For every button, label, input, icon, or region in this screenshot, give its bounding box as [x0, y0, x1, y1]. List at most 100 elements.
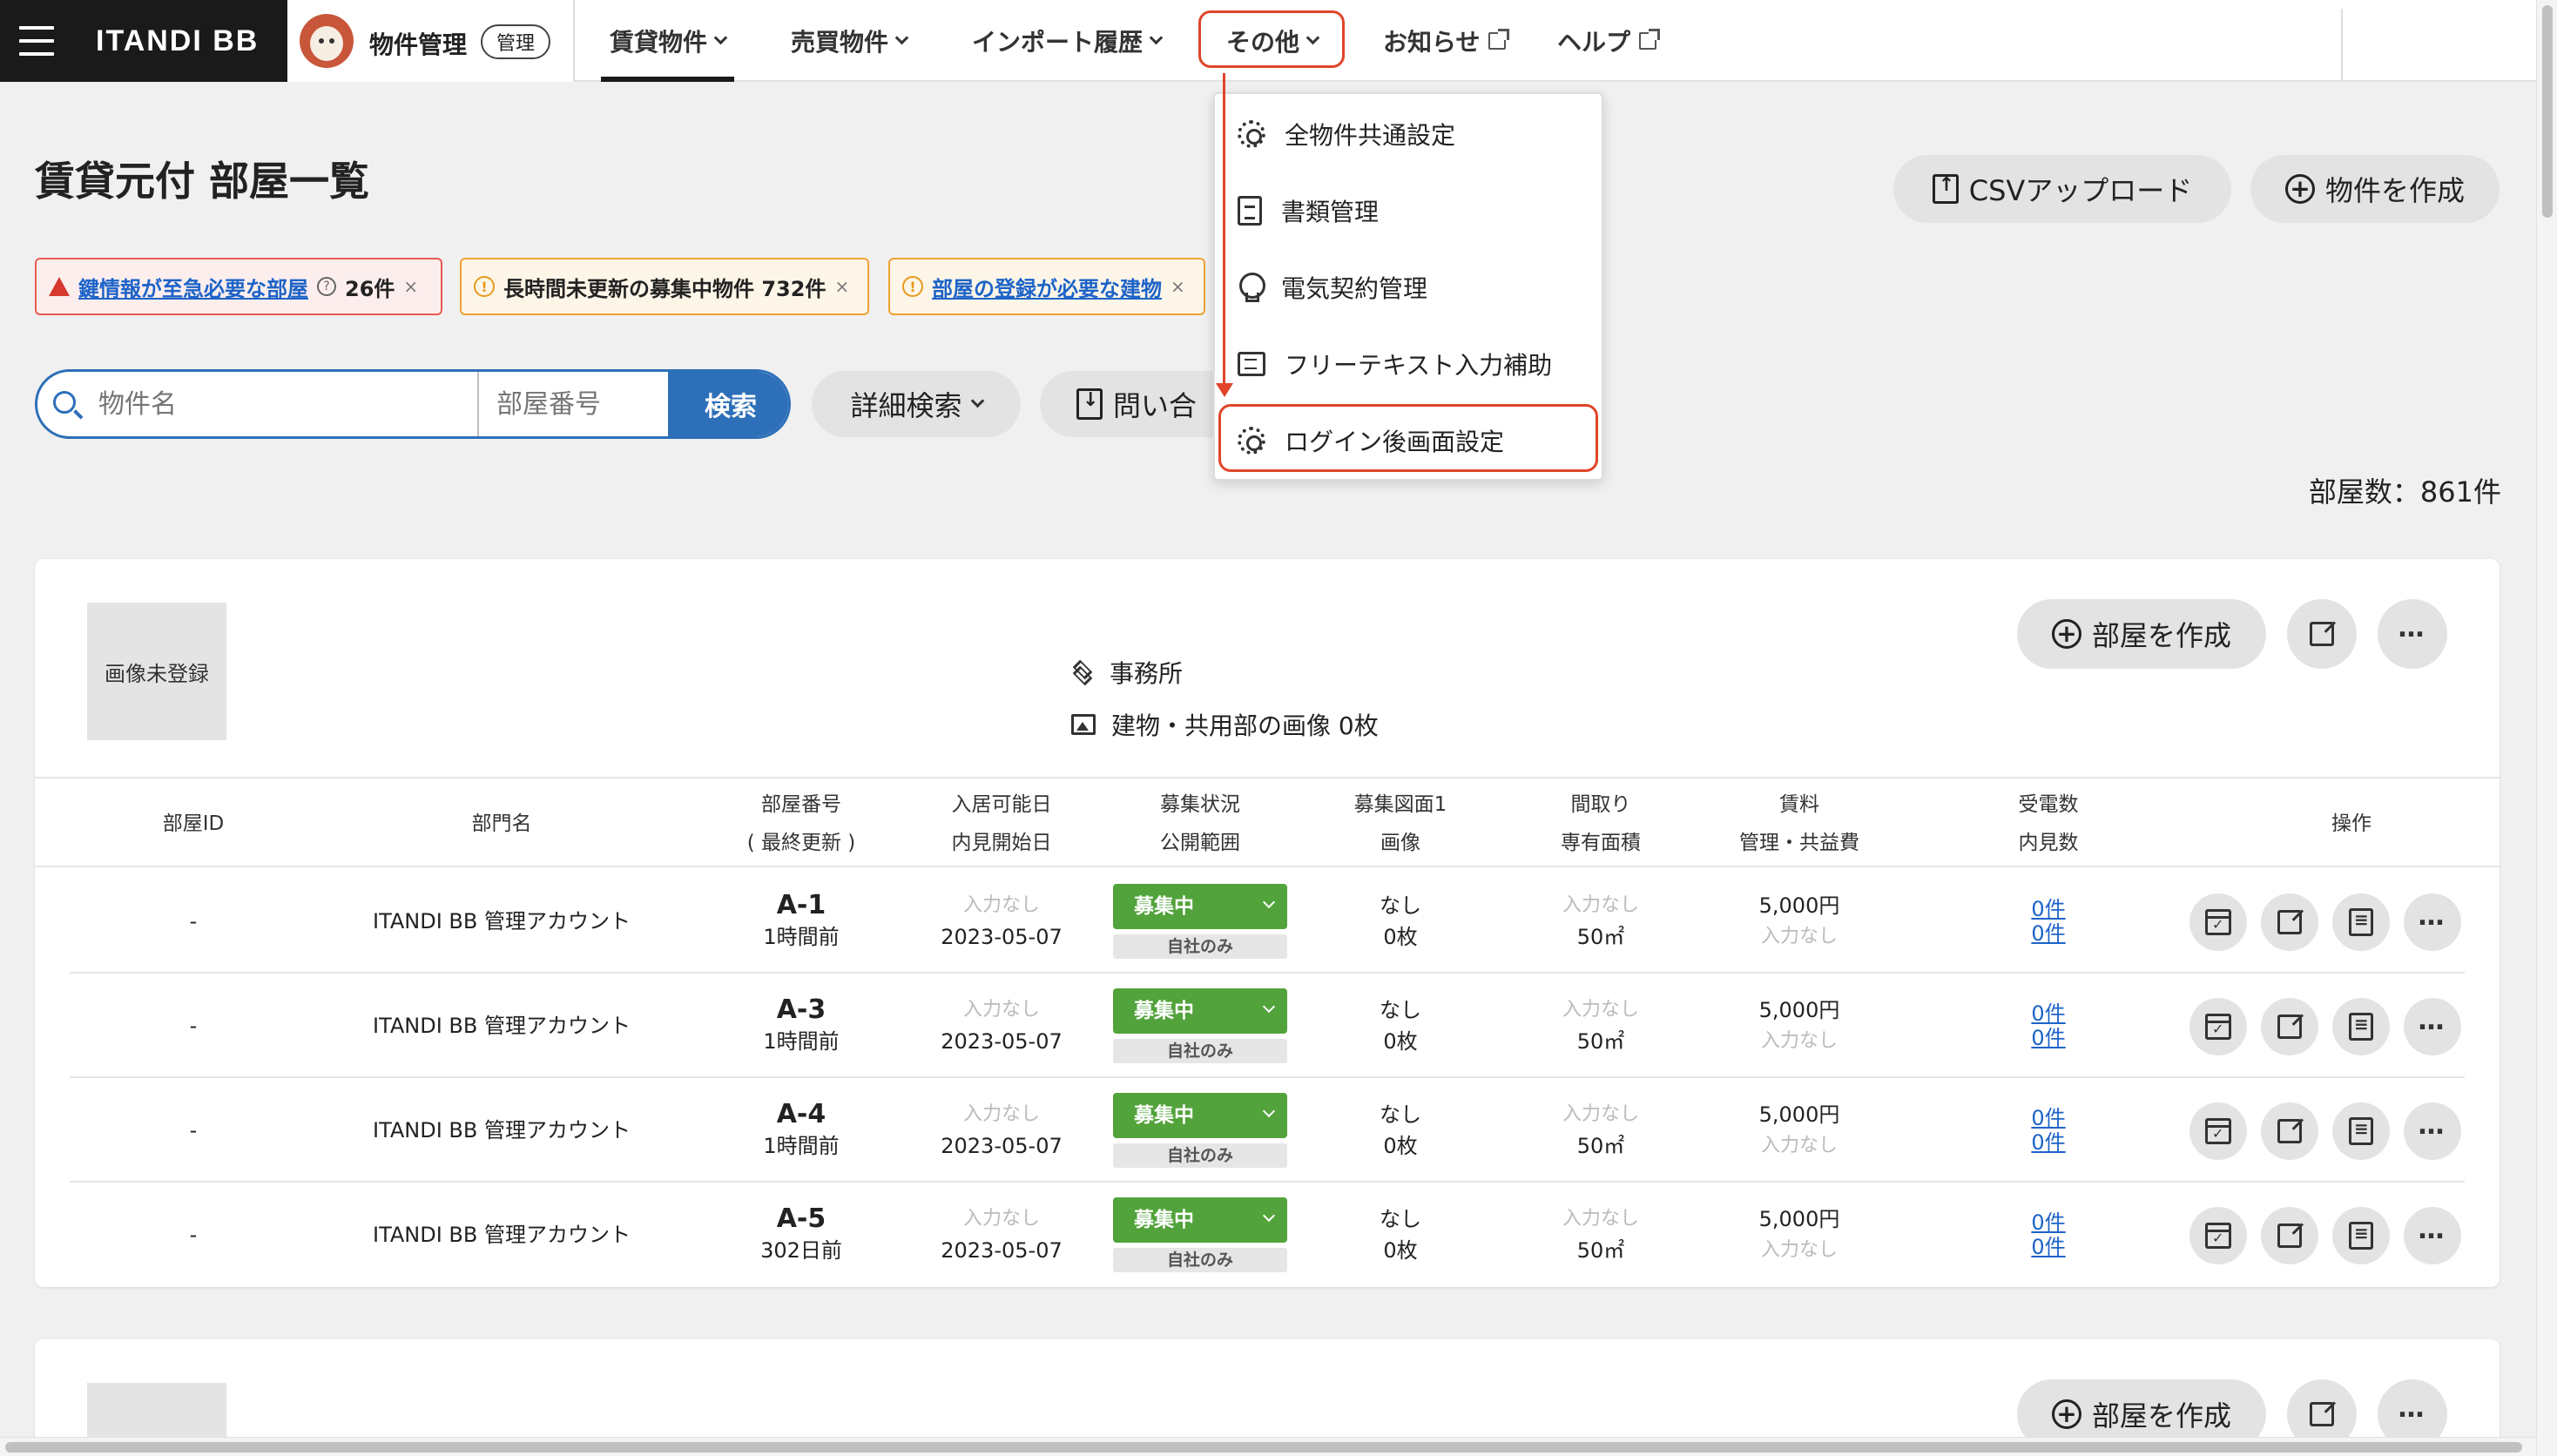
hamburger-menu-icon[interactable] [19, 26, 54, 56]
csv-upload-button[interactable]: CSVアップロード [1893, 155, 2231, 223]
viewing-date: 2023-05-07 [941, 925, 1063, 949]
calls-link[interactable]: 0件 [2031, 897, 2065, 921]
nav-import-history[interactable]: インポート履歴 [972, 0, 1164, 82]
page-title: 賃貸元付 部屋一覧 [35, 158, 370, 205]
scrollbar-thumb[interactable] [5, 1442, 2522, 1453]
app-name: 物件管理 [369, 30, 468, 59]
th-room-number: 部屋番号( 最終更新 ) [746, 793, 856, 854]
table-row: - ITANDI BB 管理アカウント A-3 1時間前 入力なし 2023-05-… [70, 974, 2465, 1078]
cell-calls: 0件 0件 [1944, 974, 2153, 1078]
cell-room-number: A-4 1時間前 [697, 1078, 906, 1183]
status-select[interactable]: 募集中 [1113, 884, 1287, 929]
cell-layout: 入力なし 50㎡ [1562, 1103, 1639, 1158]
detail-search-button[interactable]: 詳細検索 [812, 371, 1021, 437]
menu-item-electricity-contract[interactable]: 電気契約管理 [1238, 261, 1427, 313]
cell-rent: 5,000円 入力なし [1758, 1207, 1840, 1261]
cell-rent: 5,000円 入力なし [1758, 893, 1840, 947]
scrollbar-thumb[interactable] [2542, 5, 2553, 218]
more-options-button[interactable]: … [2378, 599, 2447, 669]
cell-status: 募集中 自社のみ [1096, 1078, 1305, 1183]
menu-item-common-settings[interactable]: 全物件共通設定 [1238, 108, 1455, 160]
vertical-scrollbar[interactable] [2536, 0, 2557, 1456]
create-room-button[interactable]: + 部屋を作成 [2017, 599, 2266, 669]
document-edit-button[interactable] [2332, 893, 2390, 951]
cell-room-id: - [189, 909, 198, 934]
room-number[interactable]: A-3 [777, 994, 826, 1026]
close-icon[interactable]: × [403, 276, 418, 297]
row-more-button[interactable]: … [2404, 1207, 2461, 1264]
search-button[interactable]: 検索 [668, 372, 788, 436]
property-image-placeholder[interactable]: 画像未登録 [87, 603, 226, 740]
viewing-date: 2023-05-07 [941, 1134, 1063, 1158]
menu-item-free-text-assist[interactable]: フリーテキスト入力補助 [1238, 338, 1552, 390]
cell-rent: 5,000円 入力なし [1758, 998, 1840, 1052]
alert-stale-listings: ! 長時間未更新の募集中物件 732件 × [460, 258, 869, 315]
edit-property-button[interactable] [2287, 599, 2357, 669]
calls-link[interactable]: 0件 [2031, 1210, 2065, 1235]
room-number[interactable]: A-5 [777, 1203, 826, 1235]
close-icon[interactable]: × [1171, 276, 1185, 297]
calls-link[interactable]: 0件 [2031, 1106, 2065, 1130]
row-more-button[interactable]: … [2404, 998, 2461, 1055]
schedule-button[interactable] [2189, 1207, 2247, 1264]
edit-room-button[interactable] [2261, 1207, 2318, 1264]
info-icon: ! [474, 276, 495, 297]
document-edit-button[interactable] [2332, 1207, 2390, 1264]
horizontal-scrollbar[interactable] [0, 1437, 2536, 1456]
views-link[interactable]: 0件 [2031, 921, 2065, 946]
cell-department: ITANDI BB 管理アカウント [373, 1014, 631, 1038]
schedule-button[interactable] [2189, 998, 2247, 1055]
cell-move-in: 入力なし 2023-05-07 [897, 869, 1106, 974]
nav-news[interactable]: お知らせ [1383, 0, 1510, 82]
status-select[interactable]: 募集中 [1113, 1197, 1287, 1243]
cell-calls: 0件 0件 [1944, 869, 2153, 974]
views-link[interactable]: 0件 [2031, 1130, 2065, 1155]
cell-status: 募集中 自社のみ [1096, 869, 1305, 974]
menu-item-label: 電気契約管理 [1281, 274, 1428, 303]
brand-logo[interactable]: ITANDI BB [96, 24, 259, 58]
views-link[interactable]: 0件 [2031, 1235, 2065, 1259]
cell-room-id: - [189, 1223, 198, 1247]
edit-room-button[interactable] [2261, 998, 2318, 1055]
app-badge: 管理 [481, 24, 551, 59]
app-switcher[interactable]: 物件管理 管理 [287, 0, 575, 82]
lightbulb-icon [1238, 273, 1265, 302]
document-edit-button[interactable] [2332, 998, 2390, 1055]
row-more-button[interactable]: … [2404, 1102, 2461, 1160]
alert-link-building[interactable]: 部屋の登録が必要な建物 [932, 272, 1162, 302]
th-department: 部門名 [471, 812, 532, 835]
help-icon[interactable]: ? [317, 277, 336, 296]
property-name-input[interactable] [98, 372, 508, 436]
room-number-input[interactable] [477, 372, 669, 436]
close-icon[interactable]: × [834, 276, 849, 297]
room-number[interactable]: A-4 [777, 1099, 826, 1130]
nav-sales-properties[interactable]: 売買物件 [791, 0, 909, 82]
schedule-button[interactable] [2189, 1102, 2247, 1160]
row-actions: … [2189, 1102, 2461, 1160]
nav-help[interactable]: ヘルプ [1557, 0, 1661, 82]
schedule-button[interactable] [2189, 893, 2247, 951]
th-calls: 受電数 内見数 [2018, 793, 2079, 854]
more-icon: … [2398, 1393, 2427, 1424]
status-select[interactable]: 募集中 [1113, 988, 1287, 1034]
plus-circle-icon: + [2051, 619, 2081, 649]
edit-room-button[interactable] [2261, 893, 2318, 951]
views-link[interactable]: 0件 [2031, 1026, 2065, 1050]
row-more-button[interactable]: … [2404, 893, 2461, 951]
nav-rental-properties[interactable]: 賃貸物件 [600, 0, 735, 82]
edit-room-button[interactable] [2261, 1102, 2318, 1160]
room-number[interactable]: A-1 [777, 890, 826, 921]
viewing-date: 2023-05-07 [941, 1238, 1063, 1263]
alert-link-urgent-key[interactable]: 鍵情報が至急必要な部屋 [78, 272, 308, 302]
create-property-button[interactable]: + 物件を作成 [2250, 155, 2500, 223]
plus-circle-icon: + [2051, 1399, 2081, 1429]
card-actions: + 部屋を作成 … [2017, 599, 2447, 669]
th-room-id: 部屋ID [162, 812, 225, 835]
alert-count: 26件 [345, 276, 395, 301]
document-edit-button[interactable] [2332, 1102, 2390, 1160]
menu-item-document-management[interactable]: 書類管理 [1238, 185, 1379, 237]
scope-badge: 自社のみ [1113, 1248, 1287, 1272]
status-select[interactable]: 募集中 [1113, 1093, 1287, 1138]
cell-department: ITANDI BB 管理アカウント [373, 1223, 631, 1247]
calls-link[interactable]: 0件 [2031, 1001, 2065, 1026]
